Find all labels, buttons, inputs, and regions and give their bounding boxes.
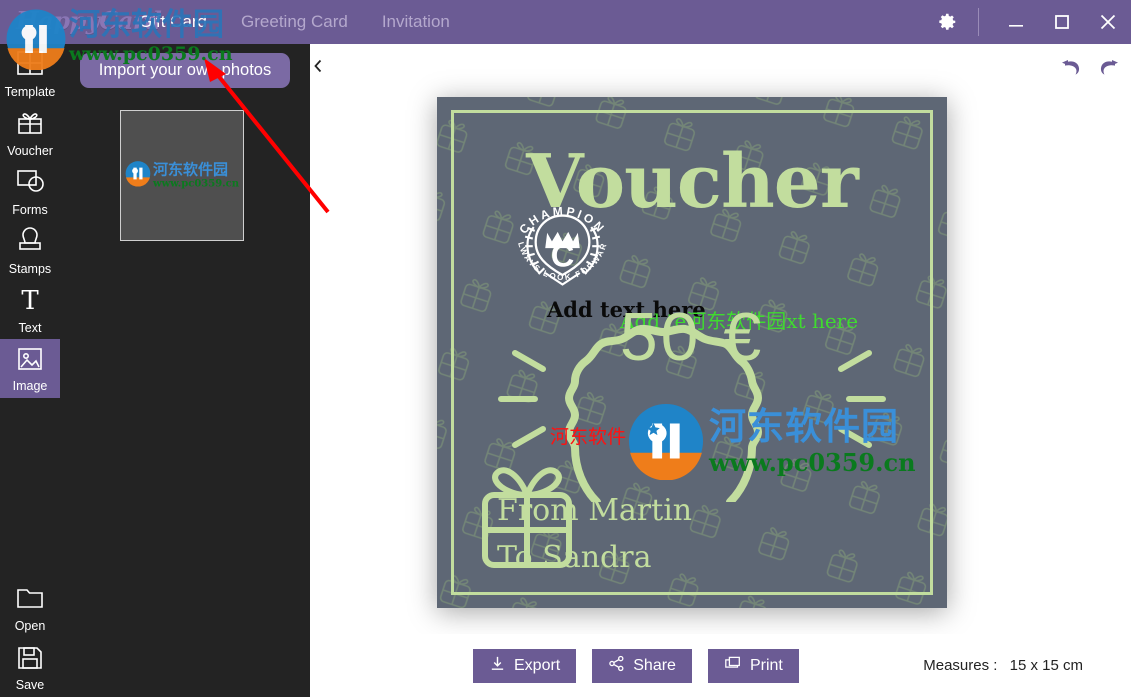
settings-button[interactable] [924,0,970,44]
sidebar-label-image: Image [12,378,48,393]
tab-gift-card[interactable]: Gift Card [122,0,224,44]
card-watermark-red: 河东软件 [550,426,627,448]
maximize-button[interactable] [1039,0,1085,44]
main-tabs: Gift Card Greeting Card Invitation [122,0,467,44]
close-button[interactable] [1085,0,1131,44]
sidebar-label-stamps: Stamps [8,261,52,276]
sidebar-bottom-group: Open Save [0,579,60,697]
sidebar-item-image[interactable]: Image [0,339,60,398]
gift-icon [14,108,46,143]
close-icon [1098,12,1118,32]
window-tools [924,0,1131,44]
folder-icon [14,585,46,618]
redo-arrow-icon [1096,56,1120,83]
tab-greeting-card[interactable]: Greeting Card [224,0,365,44]
redo-button[interactable] [1095,56,1121,82]
card-amount[interactable]: 50 € [437,302,947,372]
measures-label: Measures : [923,657,998,674]
minimize-button[interactable] [993,0,1039,44]
watermark-logo-icon [125,160,151,191]
app-window: HappyCard Gift Card Greeting Card Invita… [0,0,1131,697]
champion-badge-icon[interactable]: CHAMPION ALWAYS LOOK FORWARD C [505,177,620,302]
gear-icon [936,11,958,33]
image-thumbnail[interactable]: 河东软件园 www.pc0359.cn [120,110,244,241]
card-canvas[interactable]: Voucher CHAMPION ALWAYS LOOK FORWARD [437,97,947,608]
title-bar: HappyCard Gift Card Greeting Card Invita… [0,0,1131,44]
measures-value: 15 x 15 cm [1009,657,1083,674]
svg-text:C: C [551,237,575,273]
thumbnail-watermark-url: www.pc0359.cn [152,178,240,189]
grid-icon [14,49,46,84]
measures-readout: Measures : 15 x 15 cm [923,657,1083,674]
card-from-line[interactable]: From Martin [497,493,947,528]
undo-button[interactable] [1059,56,1085,82]
panel-collapse-button[interactable] [310,48,326,88]
text-t-icon: T [14,285,46,320]
titlebar-divider [978,8,979,36]
card-to-line[interactable]: To Sandra [497,540,947,575]
card-watermark-cn: 河东软件园 [709,405,899,448]
import-photos-button[interactable]: Import your own photos [80,53,290,88]
svg-text:T: T [21,286,39,315]
sidebar-label-open: Open [14,618,46,633]
sidebar-label-template: Template [4,84,56,99]
chevron-left-icon [312,58,324,79]
export-button[interactable]: Export [473,648,577,683]
maximize-icon [1053,13,1071,31]
export-label: Export [514,656,561,674]
watermark-logo-icon [627,402,705,485]
bottom-toolbar: Export Share Print Measures: 15 x 15 cm [310,634,1131,697]
share-nodes-icon [608,655,625,677]
card-watermark-url: www.pc0359.cn [709,448,916,477]
shapes-icon [14,167,46,202]
sidebar-item-stamps[interactable]: Stamps [0,221,60,280]
thumbnail-watermark: 河东软件园 www.pc0359.cn [125,160,239,191]
floppy-disk-icon [15,644,45,677]
sidebar-item-forms[interactable]: Forms [0,162,60,221]
sidebar-label-voucher: Voucher [7,143,53,158]
share-label: Share [633,656,676,674]
sidebar-label-save: Save [15,677,45,692]
image-icon [15,345,45,378]
sidebar-item-voucher[interactable]: Voucher [0,103,60,162]
voucher-card: Voucher CHAMPION ALWAYS LOOK FORWARD [437,97,947,608]
undo-arrow-icon [1060,56,1084,83]
sidebar-item-save[interactable]: Save [0,638,60,697]
card-watermark-center: 河东软件园 www.pc0359.cn [627,402,916,485]
printer-icon [724,655,742,677]
stamp-icon [14,226,46,261]
undo-redo-group [1059,56,1121,82]
sidebar-rail: Template Voucher Forms Stamps T Text Ima… [0,44,60,697]
thumbnail-watermark-cn: 河东软件园 [152,160,228,178]
sidebar-item-open[interactable]: Open [0,579,60,638]
download-icon [489,655,506,677]
tab-invitation[interactable]: Invitation [365,0,467,44]
print-button[interactable]: Print [707,648,799,683]
print-label: Print [749,656,783,674]
sidebar-label-text: Text [18,320,42,335]
minimize-icon [1007,13,1025,31]
canvas-area: Voucher CHAMPION ALWAYS LOOK FORWARD [310,44,1131,697]
sidebar-label-forms: Forms [12,202,48,217]
image-panel: Import your own photos 河东软件园 www.pc0359.… [60,44,310,697]
sidebar-item-template[interactable]: Template [0,44,60,103]
share-button[interactable]: Share [592,648,692,683]
sidebar-item-text[interactable]: T Text [0,280,60,339]
